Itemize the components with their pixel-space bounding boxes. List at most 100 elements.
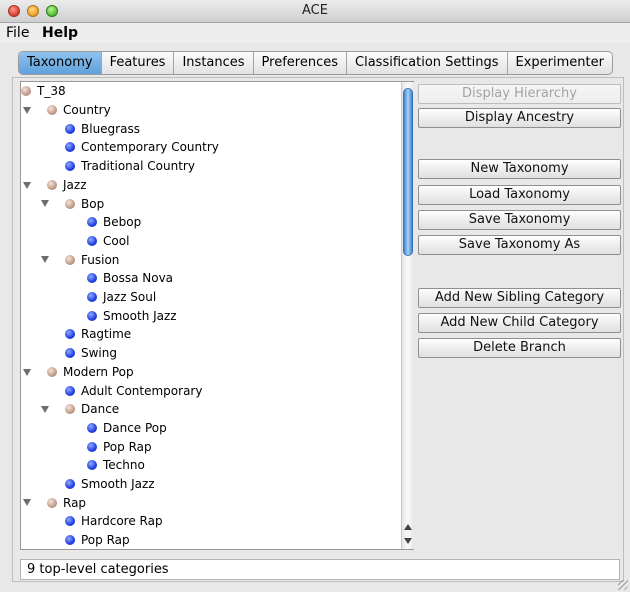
tree-node-label: Jazz Soul [103,290,157,305]
leaf-node-icon [87,441,97,452]
category-node-icon [47,105,57,116]
display-hierarchy-button[interactable]: Display Hierarchy [418,84,621,104]
leaf-node-icon [87,273,97,284]
tree-node-label: Cool [103,233,130,248]
leaf-node-icon [65,516,75,527]
tab-instances[interactable]: Instances [173,52,252,74]
new-taxonomy-button[interactable]: New Taxonomy [418,159,621,179]
scroll-up-icon[interactable] [404,524,412,530]
tree-category-row[interactable]: Fusion [65,250,119,269]
tree-leaf-row[interactable]: Dance Pop [87,419,167,438]
tree-leaf-row[interactable]: Traditional Country [65,157,195,176]
tree-category-row[interactable]: T_38 [21,82,66,101]
tree-leaf-row[interactable]: Smooth Jazz [65,475,155,494]
tree-category-row[interactable]: Jazz [47,176,87,195]
load-taxonomy-button[interactable]: Load Taxonomy [418,185,621,205]
leaf-node-icon [65,479,75,490]
category-node-icon [47,497,57,508]
tab-features[interactable]: Features [100,52,174,74]
leaf-node-icon [65,535,75,546]
expand-toggle-icon[interactable] [41,200,49,208]
category-node-icon [65,404,75,415]
tree-leaf-row[interactable]: Swing [65,344,117,363]
tree-node-label: Bebop [103,215,142,230]
category-node-icon [65,198,75,209]
tab-classification-settings[interactable]: Classification Settings [346,52,506,74]
save-taxonomy-as-button[interactable]: Save Taxonomy As [418,235,621,255]
tab-preferences[interactable]: Preferences [252,52,346,74]
tree-node-label: Dance [81,402,120,417]
tree-leaf-row[interactable]: Techno [87,456,145,475]
scrollbar-thumb[interactable] [403,88,413,256]
delete-branch-button[interactable]: Delete Branch [418,338,621,358]
tree-leaf-row[interactable]: Jazz Soul [87,288,156,307]
tree-node-label: T_38 [37,84,66,99]
expand-toggle-icon[interactable] [41,405,49,413]
tree-leaf-row[interactable]: Pop Rap [87,437,152,456]
tree-node-label: Dance Pop [103,420,167,435]
app-window: ACE File Help Taxonomy Features Instance… [0,0,630,592]
expand-toggle-icon[interactable] [23,181,31,189]
category-node-icon [47,179,57,190]
tree-category-row[interactable]: Country [47,101,111,120]
window-title: ACE [302,3,328,18]
leaf-node-icon [87,422,97,433]
tree-leaf-row[interactable]: Smooth Jazz [87,306,177,325]
tree-node-label: Adult Contemporary [81,383,203,398]
tree-leaf-row[interactable]: Bebop [87,213,141,232]
tree-leaf-row[interactable]: Contemporary Country [65,138,219,157]
tree-category-row[interactable]: Rap [47,493,86,512]
tree-node-label: Contemporary Country [81,140,219,155]
expand-toggle-icon[interactable] [23,368,31,376]
menu-file[interactable]: File [6,25,29,41]
tab-experimenter[interactable]: Experimenter [506,52,612,74]
resize-grip-icon[interactable] [618,580,628,590]
add-sibling-category-button[interactable]: Add New Sibling Category [418,288,621,308]
category-node-icon [65,254,75,265]
leaf-node-icon [65,385,75,396]
leaf-node-icon [87,235,97,246]
tree-node-label: Ragtime [81,327,132,342]
tree-leaf-row[interactable]: Bossa Nova [87,269,173,288]
tree-leaf-row[interactable]: Hardcore Rap [65,512,163,531]
tree-leaf-row[interactable]: Pop Rap [65,531,130,549]
expand-toggle-icon[interactable] [23,499,31,507]
tree-node-label: Bluegrass [81,121,140,136]
scroll-down-icon[interactable] [404,538,412,544]
leaf-node-icon [65,161,75,172]
save-taxonomy-button[interactable]: Save Taxonomy [418,210,621,230]
tree-leaf-row[interactable]: Ragtime [65,325,131,344]
expand-toggle-icon[interactable] [23,106,31,114]
tree-node-label: Bossa Nova [103,271,174,286]
leaf-node-icon [87,460,97,471]
tree-category-row[interactable]: Bop [65,194,104,213]
add-child-category-button[interactable]: Add New Child Category [418,313,621,333]
tree-node-label: Hardcore Rap [81,514,163,529]
leaf-node-icon [65,348,75,359]
tab-taxonomy[interactable]: Taxonomy [19,52,101,74]
tree-node-label: Bop [81,196,105,211]
leaf-node-icon [87,310,97,321]
tree-node-label: Fusion [81,252,120,267]
leaf-node-icon [65,123,75,134]
tree-node-label: Country [63,103,111,118]
tree-category-row[interactable]: Modern Pop [47,363,134,382]
menu-help[interactable]: Help [42,25,78,41]
category-node-icon [21,86,31,97]
tree-leaf-row[interactable]: Cool [87,232,129,251]
tree-leaf-row[interactable]: Bluegrass [65,119,140,138]
tree-node-label: Pop Rap [103,439,152,454]
expand-toggle-icon[interactable] [41,256,49,264]
tree-leaf-row[interactable]: Adult Contemporary [65,381,202,400]
tree-category-row[interactable]: Dance [65,400,119,419]
tree-scrollbar[interactable] [401,82,414,549]
tab-strip: Taxonomy Features Instances Preferences … [18,51,613,75]
tree-node-label: Pop Rap [81,533,130,548]
display-ancestry-button[interactable]: Display Ancestry [418,108,621,128]
category-node-icon [47,366,57,377]
tree-node-label: Jazz [63,177,87,192]
menu-bar: File Help [0,23,630,43]
taxonomy-tree[interactable]: T_38 Country Bluegrass Contemporary Country… [20,81,414,550]
title-bar: ACE [0,0,630,23]
tree-node-label: Techno [103,458,145,473]
